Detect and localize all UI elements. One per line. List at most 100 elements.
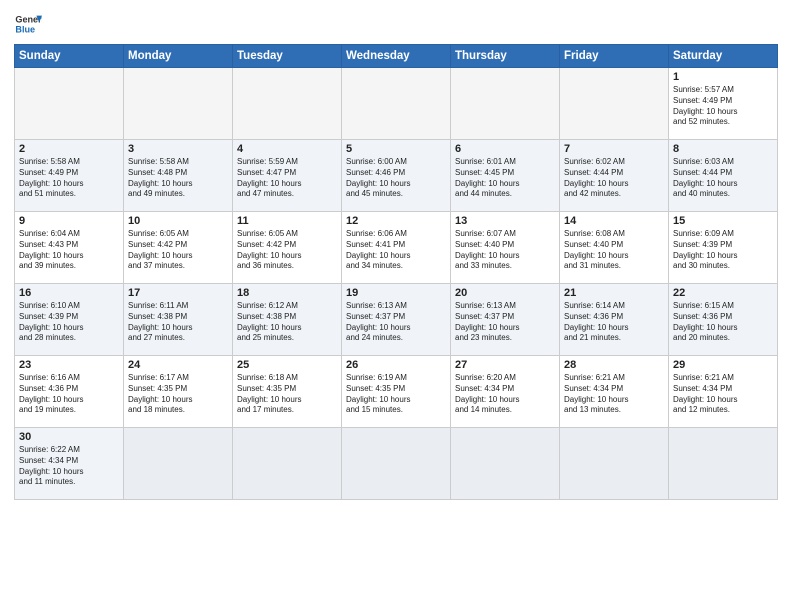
calendar-cell: 26 Sunrise: 6:19 AMSunset: 4:35 PMDayligh… (342, 356, 451, 428)
day-number: 20 (455, 287, 555, 299)
calendar-cell (233, 428, 342, 500)
day-info: Sunrise: 6:20 AMSunset: 4:34 PMDaylight:… (455, 373, 555, 416)
svg-text:Blue: Blue (15, 24, 35, 34)
calendar-cell (124, 68, 233, 140)
weekday-header-wednesday: Wednesday (342, 45, 451, 68)
calendar-cell: 8 Sunrise: 6:03 AMSunset: 4:44 PMDaylight… (669, 140, 778, 212)
day-number: 13 (455, 215, 555, 227)
weekday-header-tuesday: Tuesday (233, 45, 342, 68)
calendar-cell: 19Sunrise: 6:13 AMSunset: 4:37 PMDayligh… (342, 284, 451, 356)
day-info: Sunrise: 6:01 AMSunset: 4:45 PMDaylight:… (455, 157, 555, 200)
calendar-cell: 13 Sunrise: 6:07 AMSunset: 4:40 PMDayligh… (451, 212, 560, 284)
day-info: Sunrise: 6:16 AMSunset: 4:36 PMDaylight:… (19, 373, 119, 416)
day-info: Sunrise: 6:12 AMSunset: 4:38 PMDaylight:… (237, 301, 337, 344)
calendar-cell: 18Sunrise: 6:12 AMSunset: 4:38 PMDayligh… (233, 284, 342, 356)
day-info: Sunrise: 6:15 AMSunset: 4:36 PMDaylight:… (673, 301, 773, 344)
calendar-cell: 3Sunrise: 5:58 AMSunset: 4:48 PMDaylight… (124, 140, 233, 212)
day-number: 6 (455, 143, 555, 155)
day-number: 10 (128, 215, 228, 227)
calendar-cell (451, 428, 560, 500)
day-number: 8 (673, 143, 773, 155)
calendar-cell: 1 Sunrise: 5:57 AMSunset: 4:49 PMDaylight… (669, 68, 778, 140)
day-info: Sunrise: 5:57 AMSunset: 4:49 PMDaylight:… (673, 85, 773, 128)
day-info: Sunrise: 5:58 AMSunset: 4:48 PMDaylight:… (128, 157, 228, 200)
calendar-cell: 7 Sunrise: 6:02 AMSunset: 4:44 PMDaylight… (560, 140, 669, 212)
calendar-cell: 29 Sunrise: 6:21 AMSunset: 4:34 PMDayligh… (669, 356, 778, 428)
day-info: Sunrise: 6:13 AMSunset: 4:37 PMDaylight:… (455, 301, 555, 344)
day-info: Sunrise: 6:06 AMSunset: 4:41 PMDaylight:… (346, 229, 446, 272)
weekday-header-thursday: Thursday (451, 45, 560, 68)
weekday-header-monday: Monday (124, 45, 233, 68)
day-number: 1 (673, 71, 773, 83)
day-number: 11 (237, 215, 337, 227)
day-number: 26 (346, 359, 446, 371)
calendar-cell: 12 Sunrise: 6:06 AMSunset: 4:41 PMDayligh… (342, 212, 451, 284)
weekday-header-friday: Friday (560, 45, 669, 68)
calendar-cell: 15Sunrise: 6:09 AMSunset: 4:39 PMDayligh… (669, 212, 778, 284)
calendar-cell: 9Sunrise: 6:04 AMSunset: 4:43 PMDaylight… (15, 212, 124, 284)
day-info: Sunrise: 6:10 AMSunset: 4:39 PMDaylight:… (19, 301, 119, 344)
logo-icon: General Blue (14, 10, 42, 38)
calendar-cell (451, 68, 560, 140)
day-info: Sunrise: 6:08 AMSunset: 4:40 PMDaylight:… (564, 229, 664, 272)
day-number: 30 (19, 431, 119, 443)
day-info: Sunrise: 6:21 AMSunset: 4:34 PMDaylight:… (673, 373, 773, 416)
day-info: Sunrise: 6:19 AMSunset: 4:35 PMDaylight:… (346, 373, 446, 416)
weekday-header-sunday: Sunday (15, 45, 124, 68)
day-number: 5 (346, 143, 446, 155)
day-info: Sunrise: 6:03 AMSunset: 4:44 PMDaylight:… (673, 157, 773, 200)
day-number: 28 (564, 359, 664, 371)
day-number: 7 (564, 143, 664, 155)
day-number: 16 (19, 287, 119, 299)
calendar-cell: 27Sunrise: 6:20 AMSunset: 4:34 PMDayligh… (451, 356, 560, 428)
calendar-cell (669, 428, 778, 500)
day-info: Sunrise: 6:14 AMSunset: 4:36 PMDaylight:… (564, 301, 664, 344)
calendar-cell: 20 Sunrise: 6:13 AMSunset: 4:37 PMDayligh… (451, 284, 560, 356)
day-number: 14 (564, 215, 664, 227)
calendar-cell (560, 428, 669, 500)
header: General Blue (14, 10, 778, 38)
calendar-cell: 22 Sunrise: 6:15 AMSunset: 4:36 PMDayligh… (669, 284, 778, 356)
calendar-cell: 24 Sunrise: 6:17 AMSunset: 4:35 PMDayligh… (124, 356, 233, 428)
day-info: Sunrise: 6:02 AMSunset: 4:44 PMDaylight:… (564, 157, 664, 200)
calendar-cell: 11 Sunrise: 6:05 AMSunset: 4:42 PMDayligh… (233, 212, 342, 284)
day-info: Sunrise: 6:07 AMSunset: 4:40 PMDaylight:… (455, 229, 555, 272)
calendar-table: SundayMondayTuesdayWednesdayThursdayFrid… (14, 44, 778, 500)
page: General Blue SundayMondayTuesdayWednesda… (0, 0, 792, 612)
calendar-cell: 5Sunrise: 6:00 AMSunset: 4:46 PMDaylight… (342, 140, 451, 212)
calendar-row-1: 2Sunrise: 5:58 AMSunset: 4:49 PMDaylight… (15, 140, 778, 212)
day-info: Sunrise: 6:04 AMSunset: 4:43 PMDaylight:… (19, 229, 119, 272)
day-info: Sunrise: 5:58 AMSunset: 4:49 PMDaylight:… (19, 157, 119, 200)
day-info: Sunrise: 6:05 AMSunset: 4:42 PMDaylight:… (237, 229, 337, 272)
day-number: 29 (673, 359, 773, 371)
day-info: Sunrise: 6:17 AMSunset: 4:35 PMDaylight:… (128, 373, 228, 416)
weekday-header-row: SundayMondayTuesdayWednesdayThursdayFrid… (15, 45, 778, 68)
calendar-row-5: 30 Sunrise: 6:22 AMSunset: 4:34 PMDayligh… (15, 428, 778, 500)
day-number: 21 (564, 287, 664, 299)
calendar-cell: 25 Sunrise: 6:18 AMSunset: 4:35 PMDayligh… (233, 356, 342, 428)
day-info: Sunrise: 6:05 AMSunset: 4:42 PMDaylight:… (128, 229, 228, 272)
calendar-cell: 23 Sunrise: 6:16 AMSunset: 4:36 PMDayligh… (15, 356, 124, 428)
day-number: 17 (128, 287, 228, 299)
day-info: Sunrise: 6:22 AMSunset: 4:34 PMDaylight:… (19, 445, 119, 488)
calendar-cell: 30 Sunrise: 6:22 AMSunset: 4:34 PMDayligh… (15, 428, 124, 500)
calendar-cell: 16 Sunrise: 6:10 AMSunset: 4:39 PMDayligh… (15, 284, 124, 356)
day-number: 12 (346, 215, 446, 227)
calendar-row-3: 16 Sunrise: 6:10 AMSunset: 4:39 PMDayligh… (15, 284, 778, 356)
day-number: 25 (237, 359, 337, 371)
day-number: 22 (673, 287, 773, 299)
day-info: Sunrise: 6:21 AMSunset: 4:34 PMDaylight:… (564, 373, 664, 416)
calendar-cell: 6 Sunrise: 6:01 AMSunset: 4:45 PMDaylight… (451, 140, 560, 212)
logo: General Blue (14, 10, 42, 38)
day-number: 24 (128, 359, 228, 371)
day-number: 23 (19, 359, 119, 371)
calendar-cell: 10 Sunrise: 6:05 AMSunset: 4:42 PMDayligh… (124, 212, 233, 284)
weekday-header-saturday: Saturday (669, 45, 778, 68)
day-info: Sunrise: 6:18 AMSunset: 4:35 PMDaylight:… (237, 373, 337, 416)
calendar-cell (342, 68, 451, 140)
calendar-cell: 2Sunrise: 5:58 AMSunset: 4:49 PMDaylight… (15, 140, 124, 212)
calendar-cell: 4Sunrise: 5:59 AMSunset: 4:47 PMDaylight… (233, 140, 342, 212)
calendar-row-4: 23 Sunrise: 6:16 AMSunset: 4:36 PMDayligh… (15, 356, 778, 428)
calendar-cell (342, 428, 451, 500)
calendar-cell: 17Sunrise: 6:11 AMSunset: 4:38 PMDayligh… (124, 284, 233, 356)
